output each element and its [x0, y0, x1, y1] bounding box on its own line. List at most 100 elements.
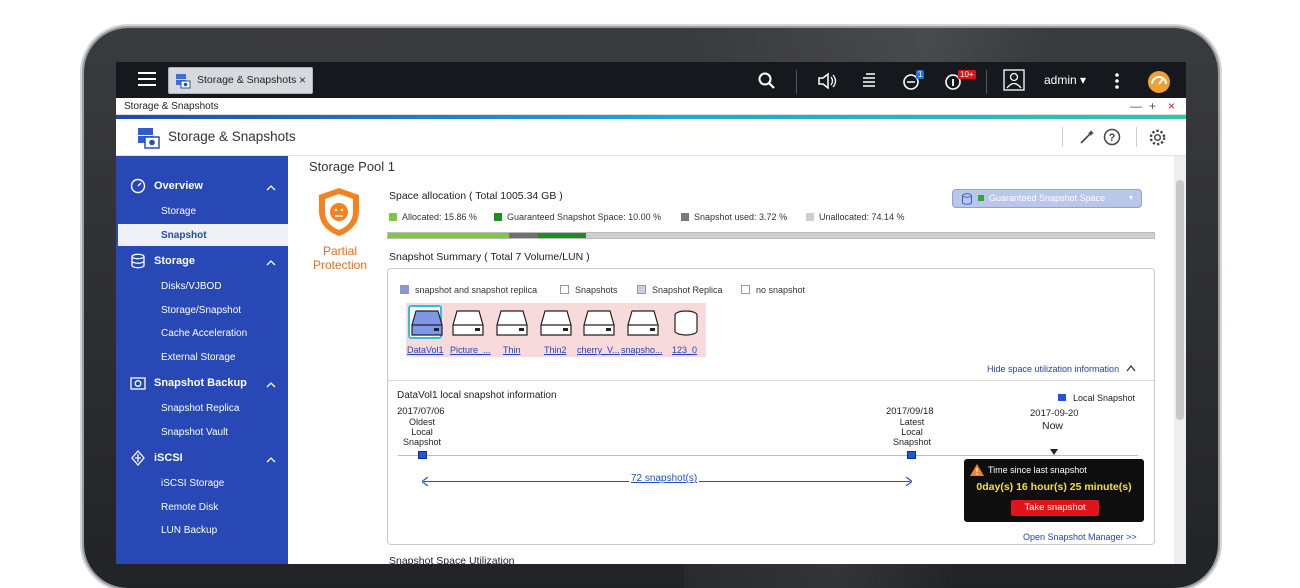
- tasks-icon[interactable]: [858, 70, 880, 92]
- lun-icon[interactable]: [669, 309, 703, 337]
- user-name: admin: [1044, 73, 1077, 87]
- legend-label: Guaranteed Snapshot Space: 10.00 %: [507, 212, 662, 222]
- latest-snapshot-marker[interactable]: [907, 451, 916, 459]
- app-tab-label: Storage & Snapshots: [197, 74, 297, 86]
- protection-status-line1: Partial: [322, 244, 357, 258]
- hide-link-label: Hide space utilization information: [987, 364, 1120, 374]
- sidebar-item-iscsi-storage[interactable]: iSCSI Storage: [161, 478, 224, 489]
- volume-link[interactable]: Thin2: [544, 345, 567, 355]
- hide-space-utilization-link[interactable]: Hide space utilization information: [987, 364, 1136, 374]
- app-header: Storage & Snapshots ?: [116, 119, 1186, 156]
- sidebar-group-iscsi[interactable]: iSCSI: [130, 450, 183, 466]
- volume-icon[interactable]: [495, 309, 529, 337]
- camera-icon: [130, 377, 146, 390]
- dashboard-icon[interactable]: [1146, 68, 1172, 94]
- sidebar-item-disks[interactable]: Disks/VJBOD: [161, 281, 222, 292]
- sidebar-group-label: Snapshot Backup: [154, 376, 247, 389]
- snapshot-count-link[interactable]: 72 snapshot(s): [629, 473, 700, 484]
- volume-link[interactable]: cherry_V...: [577, 345, 620, 355]
- oldest-label-line1: Oldest: [408, 417, 435, 427]
- settings-wizard-icon[interactable]: [1078, 128, 1096, 146]
- sidebar-item-remote-disk[interactable]: Remote Disk: [161, 502, 218, 513]
- minimize-button[interactable]: —: [1130, 99, 1142, 113]
- local-snapshot-label: Local Snapshot: [1073, 393, 1136, 403]
- legend-label: Unallocated: 74.14 %: [819, 212, 905, 222]
- volume-link[interactable]: 123_0: [672, 345, 697, 355]
- search-icon[interactable]: [756, 70, 778, 92]
- volume-link[interactable]: Picture_...: [450, 345, 491, 355]
- gear-icon[interactable]: [1148, 128, 1167, 147]
- oldest-snapshot-marker[interactable]: [418, 451, 427, 459]
- sidebar-group-overview[interactable]: Overview: [130, 178, 203, 194]
- legend-snapshot-replica: Snapshot Replica: [637, 285, 723, 295]
- bar-snapshot-used: [509, 233, 538, 238]
- sidebar-group-storage[interactable]: Storage: [130, 253, 195, 269]
- legend-label: Snapshot used: 3.72 %: [694, 212, 788, 222]
- main-content: Storage Pool 1 Partial Protection Space a…: [288, 156, 1186, 564]
- sidebar-item-snapshot-replica[interactable]: Snapshot Replica: [161, 403, 239, 414]
- more-options-icon[interactable]: [1106, 70, 1128, 92]
- sidebar-group-label: Overview: [154, 179, 203, 192]
- take-snapshot-button[interactable]: Take snapshot: [1011, 500, 1099, 516]
- snapshot-summary-title: Snapshot Summary ( Total 7 Volume/LUN ): [389, 251, 590, 263]
- legend-no-snapshot: no snapshot: [741, 285, 805, 295]
- now-label: Now: [1042, 420, 1064, 432]
- volume-icon[interactable]: [582, 309, 616, 337]
- volume-selected-icon[interactable]: [410, 309, 444, 337]
- legend-label: Allocated: 15.86 %: [402, 212, 478, 222]
- database-icon: [962, 193, 972, 205]
- user-icon[interactable]: [1003, 69, 1025, 91]
- guaranteed-snapshot-space-button[interactable]: Guaranteed Snapshot Space ▾: [952, 189, 1142, 208]
- sidebar-group-label: iSCSI: [154, 451, 183, 464]
- volume-link[interactable]: Thin: [503, 345, 521, 355]
- chevron-up-icon[interactable]: [266, 380, 276, 390]
- chevron-up-icon[interactable]: [266, 183, 276, 193]
- oldest-label-line2: Local: [411, 427, 433, 437]
- bar-unallocated: [586, 233, 1154, 238]
- close-window-button[interactable]: ×: [1168, 99, 1175, 113]
- oldest-label-line3: Snapshot: [402, 437, 442, 447]
- shield-warning-icon: [319, 188, 359, 236]
- menu-icon[interactable]: [138, 72, 156, 88]
- maximize-button[interactable]: +: [1149, 99, 1156, 113]
- open-snapshot-manager-link[interactable]: Open Snapshot Manager >>: [1023, 532, 1137, 542]
- legend-label: no snapshot: [756, 285, 806, 295]
- sidebar-item-storage-snapshot[interactable]: Storage/Snapshot: [161, 305, 241, 316]
- bar-guaranteed: [537, 233, 587, 238]
- database-icon: [131, 253, 145, 269]
- sidebar-item-snapshot[interactable]: Snapshot: [161, 230, 207, 241]
- sidebar-item-external-storage[interactable]: External Storage: [161, 352, 236, 363]
- app-tab[interactable]: Storage & Snapshots ×: [168, 67, 313, 94]
- chevron-up-icon[interactable]: [266, 455, 276, 465]
- window-titlebar: Storage & Snapshots — + ×: [116, 98, 1186, 115]
- volume-icon[interactable]: [626, 309, 660, 337]
- volume-icon[interactable]: [539, 309, 573, 337]
- elapsed-time: 0day(s) 16 hour(s) 25 minute(s): [976, 481, 1132, 493]
- notification-badge: 1: [916, 70, 925, 79]
- screen: Storage & Snapshots × 1 10+ admin ▾ Stor…: [116, 62, 1186, 564]
- help-icon[interactable]: ?: [1103, 128, 1121, 146]
- legend-allocated: Allocated: 15.86 %: [389, 212, 477, 222]
- page-title: Storage Pool 1: [309, 159, 396, 174]
- sidebar-item-lun-backup[interactable]: LUN Backup: [161, 525, 217, 536]
- volume-icon[interactable]: [816, 70, 838, 92]
- user-menu[interactable]: admin ▾: [1044, 73, 1086, 87]
- volume-link[interactable]: DataVol1: [407, 345, 444, 355]
- sidebar-group-snapshot-backup[interactable]: Snapshot Backup: [130, 375, 247, 391]
- sidebar-item-storage[interactable]: Storage: [161, 206, 196, 217]
- legend-snapshot-used: Snapshot used: 3.72 %: [681, 212, 787, 222]
- volume-icon[interactable]: [451, 309, 485, 337]
- overview-icon: [130, 178, 146, 194]
- volume-link[interactable]: snapsho...: [621, 345, 663, 355]
- close-tab-icon[interactable]: ×: [299, 73, 306, 87]
- divider: [388, 380, 1154, 381]
- status-dot: [978, 195, 984, 201]
- chevron-up-icon[interactable]: [266, 258, 276, 268]
- sidebar-item-snapshot-vault[interactable]: Snapshot Vault: [161, 427, 228, 438]
- local-snapshot-marker-icon: [1058, 394, 1066, 401]
- latest-label: Latest Local Snapshot: [880, 417, 944, 447]
- sidebar-item-cache-acceleration[interactable]: Cache Acceleration: [161, 328, 247, 339]
- window-title: Storage & Snapshots: [124, 101, 219, 112]
- legend-snapshot-and-replica: snapshot and snapshot replica: [400, 285, 537, 295]
- scrollbar[interactable]: [1174, 156, 1186, 564]
